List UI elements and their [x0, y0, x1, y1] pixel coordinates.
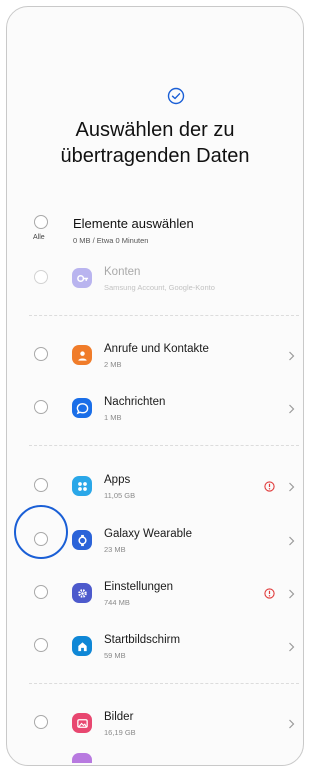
page-title-line1: Auswählen der zu: [75, 119, 235, 141]
anrufe-subtitle: 2 MB: [104, 360, 122, 369]
anrufe-title: Anrufe und Kontakte: [104, 343, 209, 355]
select-all-summary: 0 MB / Etwa 0 Minuten: [73, 236, 149, 245]
chevron-right-icon: [289, 642, 295, 652]
einstellungen-subtitle: 744 MB: [104, 598, 130, 607]
warning-icon: [264, 481, 275, 492]
check-circle-icon: [167, 87, 185, 105]
wearable-icon: [72, 530, 92, 550]
highlight-circle: [14, 505, 68, 559]
page-title-line2: übertragenden Daten: [60, 145, 250, 167]
bilder-title: Bilder: [104, 711, 134, 723]
chevron-right-icon: [289, 536, 295, 546]
nachrichten-radio[interactable]: [34, 400, 48, 414]
list-item-bilder[interactable]: Bilder 16,19 GB: [7, 707, 303, 743]
warning-icon: [264, 588, 275, 599]
select-all-radio-label: Alle: [33, 234, 45, 241]
apps-subtitle: 11,05 GB: [104, 491, 136, 500]
chevron-right-icon: [289, 351, 295, 361]
konten-title: Konten: [104, 266, 141, 278]
chevron-right-icon: [289, 589, 295, 599]
chevron-right-icon: [289, 404, 295, 414]
einstellungen-title: Einstellungen: [104, 581, 174, 593]
konten-subtitle: Samsung Account, Google-Konto: [104, 283, 215, 292]
list-item-anrufe-und-kontakte[interactable]: Anrufe und Kontakte 2 MB: [7, 339, 303, 375]
divider: [29, 445, 299, 446]
phone-frame: Auswählen der zu übertragenden Daten All…: [6, 6, 304, 766]
bilder-subtitle: 16,19 GB: [104, 728, 136, 737]
pictures-icon: [72, 713, 92, 733]
einstellungen-radio[interactable]: [34, 585, 48, 599]
contacts-icon: [72, 345, 92, 365]
startbildschirm-title: Startbildschirm: [104, 634, 181, 646]
list-item-apps[interactable]: Apps 11,05 GB: [7, 470, 303, 506]
galaxy-wearable-subtitle: 23 MB: [104, 545, 126, 554]
select-all-label[interactable]: Elemente auswählen: [73, 216, 194, 231]
chevron-right-icon: [289, 482, 295, 492]
messages-icon: [72, 398, 92, 418]
apps-title: Apps: [104, 474, 131, 486]
galaxy-wearable-title: Galaxy Wearable: [104, 528, 192, 540]
divider: [29, 683, 299, 684]
list-item-startbildschirm[interactable]: Startbildschirm 59 MB: [7, 630, 303, 666]
list-item-einstellungen[interactable]: Einstellungen 744 MB: [7, 577, 303, 613]
apps-icon: [72, 476, 92, 496]
nachrichten-subtitle: 1 MB: [104, 413, 122, 422]
select-all-radio[interactable]: [34, 215, 48, 229]
list-item-nachrichten[interactable]: Nachrichten 1 MB: [7, 392, 303, 428]
startbildschirm-subtitle: 59 MB: [104, 651, 126, 660]
list-item-konten: Konten Samsung Account, Google-Konto: [7, 262, 303, 298]
settings-icon: [72, 583, 92, 603]
apps-radio[interactable]: [34, 478, 48, 492]
anrufe-radio[interactable]: [34, 347, 48, 361]
startbildschirm-radio[interactable]: [34, 638, 48, 652]
list-item-partial: [72, 753, 92, 763]
chevron-right-icon: [289, 719, 295, 729]
bilder-radio[interactable]: [34, 715, 48, 729]
divider: [29, 315, 299, 316]
key-icon: [72, 268, 92, 288]
home-icon: [72, 636, 92, 656]
nachrichten-title: Nachrichten: [104, 396, 166, 408]
konten-radio: [34, 270, 48, 284]
